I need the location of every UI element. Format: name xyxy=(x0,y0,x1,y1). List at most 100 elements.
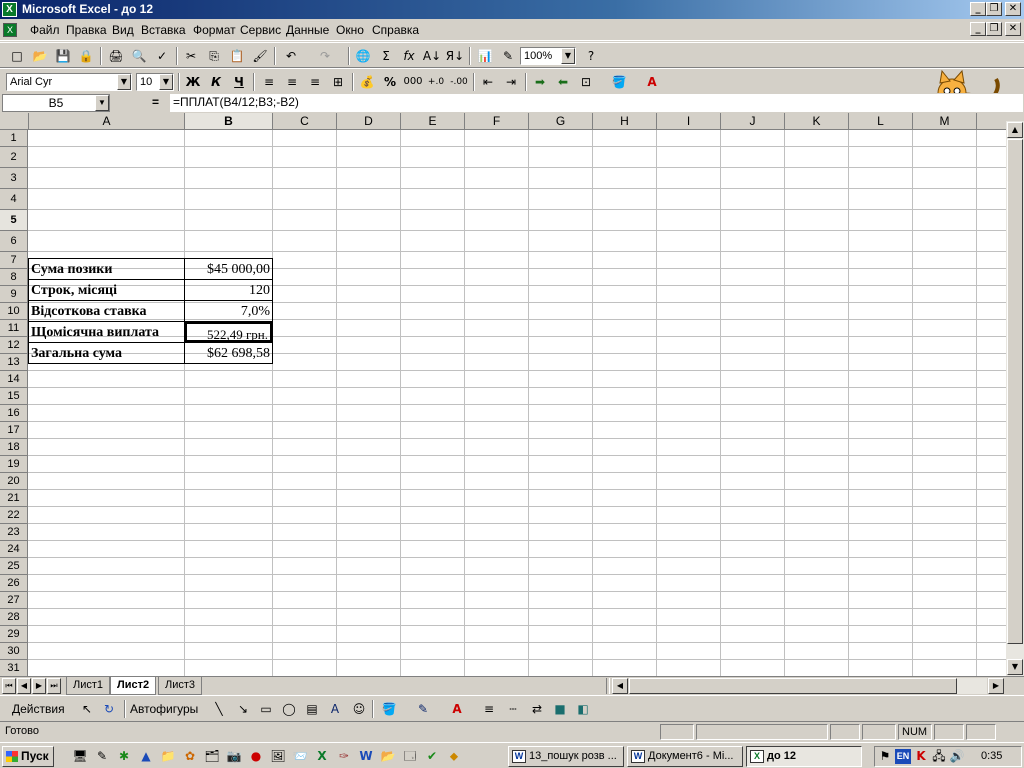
column-header[interactable]: L xyxy=(849,113,913,130)
dash-style-icon[interactable]: ┄ xyxy=(502,700,524,718)
chevron-down-icon[interactable]: ▼ xyxy=(117,74,131,90)
font-select[interactable]: Arial Cyr ▼ xyxy=(6,73,132,91)
row-header[interactable]: 11 xyxy=(0,320,28,337)
menu-format[interactable]: Формат xyxy=(193,23,236,37)
column-header[interactable]: C xyxy=(273,113,337,130)
clipart-icon[interactable]: ☺ xyxy=(348,700,370,718)
scroll-up-icon[interactable]: ▲ xyxy=(1007,122,1023,138)
scroll-thumb[interactable] xyxy=(1007,139,1023,644)
row-header[interactable]: 5 xyxy=(0,210,28,231)
quicklaunch-icon[interactable]: 📁 xyxy=(160,748,176,764)
row-header[interactable]: 9 xyxy=(0,286,28,303)
quicklaunch-icon[interactable]: ✿ xyxy=(182,748,198,764)
fill-color-icon[interactable]: 🪣 xyxy=(608,73,630,91)
column-header[interactable]: I xyxy=(657,113,721,130)
menu-data[interactable]: Данные xyxy=(286,23,329,37)
shadow-icon[interactable]: ■ xyxy=(549,700,571,718)
column-header[interactable]: K xyxy=(785,113,849,130)
quicklaunch-icon[interactable]: ✑ xyxy=(336,748,352,764)
column-header[interactable]: E xyxy=(401,113,465,130)
select-all-corner[interactable] xyxy=(0,113,29,130)
name-box[interactable]: B5 ▼ xyxy=(2,94,110,112)
doc-restore-button[interactable]: ❐ xyxy=(986,22,1002,36)
menu-file[interactable]: Файл xyxy=(30,23,60,37)
row-header[interactable]: 13 xyxy=(0,354,28,371)
undo-icon[interactable]: ↶ xyxy=(280,47,302,65)
tab-split-handle[interactable] xyxy=(606,678,610,694)
scroll-down-icon[interactable]: ▼ xyxy=(1007,659,1023,675)
align-center-icon[interactable]: ≡ xyxy=(281,73,303,91)
zoom-select[interactable]: 100% ▼ xyxy=(520,47,576,65)
line-color-icon[interactable]: ✎ xyxy=(412,700,434,718)
menu-edit[interactable]: Правка xyxy=(66,23,107,37)
row-header[interactable]: 12 xyxy=(0,337,28,354)
cell-a4[interactable]: Відсоткова ставка xyxy=(29,301,184,321)
row-header[interactable]: 20 xyxy=(0,473,28,490)
quicklaunch-icon[interactable]: ● xyxy=(248,748,264,764)
paste-icon[interactable]: 📋 xyxy=(226,47,248,65)
quicklaunch-icon[interactable]: ⬥ xyxy=(446,748,462,764)
open-icon[interactable]: 📂 xyxy=(29,47,51,65)
chevron-down-icon[interactable]: ▼ xyxy=(561,48,575,64)
quicklaunch-icon[interactable]: 📂 xyxy=(380,748,396,764)
cell-b4[interactable]: 7,0% xyxy=(185,301,272,321)
cell-a2[interactable]: Сума позики xyxy=(29,259,184,279)
row-header[interactable]: 4 xyxy=(0,189,28,210)
split-handle[interactable] xyxy=(1006,113,1024,121)
font-color-icon[interactable]: A xyxy=(641,73,663,91)
first-sheet-icon[interactable]: ⏮ xyxy=(2,678,16,694)
hyperlink-icon[interactable]: 🌐 xyxy=(352,47,374,65)
arrow-style-icon[interactable]: ⇄ xyxy=(526,700,548,718)
cell-b5-selected[interactable]: 522,49 грн. xyxy=(185,322,272,342)
row-header[interactable]: 17 xyxy=(0,422,28,439)
quicklaunch-icon[interactable]: 🖼 xyxy=(270,748,286,764)
arrow-left-icon[interactable]: ⬅ xyxy=(552,73,574,91)
row-header[interactable]: 8 xyxy=(0,269,28,286)
tab-sheet1[interactable]: Лист1 xyxy=(66,677,111,695)
row-header[interactable]: 15 xyxy=(0,388,28,405)
task-button-doc2[interactable]: W Документ6 - Mi... xyxy=(627,746,743,767)
thousands-button[interactable]: 000 xyxy=(402,73,424,91)
arrow-right-icon[interactable]: ➡ xyxy=(529,73,551,91)
format-painter-icon[interactable]: 🖌 xyxy=(249,47,271,65)
print-preview-icon[interactable]: 🔍 xyxy=(128,47,150,65)
increase-decimal-icon[interactable]: +.0 xyxy=(425,73,447,91)
row-header[interactable]: 26 xyxy=(0,575,28,592)
language-indicator[interactable]: EN xyxy=(895,749,911,764)
column-header[interactable] xyxy=(977,113,1006,130)
quicklaunch-icon[interactable]: 🗂 xyxy=(204,748,220,764)
row-header[interactable]: 31 xyxy=(0,660,28,676)
cell-a5[interactable]: Щомісячна виплата xyxy=(29,322,184,342)
quicklaunch-excel-icon[interactable]: X xyxy=(314,748,330,764)
doc-close-button[interactable]: ✕ xyxy=(1005,22,1021,36)
task-button-doc1[interactable]: W 13_пошук розв ... xyxy=(508,746,624,767)
spreadsheet-grid[interactable]: ABCDEFGHIJKLM 1 2 3 4 5 6 7 8 9 10 11 12 13 14 15 16 17 1… xyxy=(0,113,1006,676)
save-icon[interactable]: 💾 xyxy=(52,47,74,65)
chart-wizard-icon[interactable]: 📊 xyxy=(474,47,496,65)
close-button[interactable]: ✕ xyxy=(1005,2,1021,16)
merge-center-icon[interactable]: ⊞ xyxy=(327,73,349,91)
row-header[interactable]: 28 xyxy=(0,609,28,626)
font-size-select[interactable]: 10 ▼ xyxy=(136,73,174,91)
wordart-icon[interactable]: A xyxy=(324,700,346,718)
quicklaunch-icon[interactable]: 📨 xyxy=(292,748,308,764)
row-header[interactable]: 29 xyxy=(0,626,28,643)
chevron-down-icon[interactable]: ▼ xyxy=(159,74,173,90)
tab-sheet2-active[interactable]: Лист2 xyxy=(110,677,157,695)
show-desktop-icon[interactable]: 🖥 xyxy=(72,748,88,764)
help-icon[interactable]: ? xyxy=(580,47,602,65)
underline-button[interactable]: Ч xyxy=(228,73,250,91)
cell-a3[interactable]: Строк, місяці xyxy=(29,280,184,300)
cell-b3[interactable]: 120 xyxy=(185,280,272,300)
quicklaunch-icon[interactable]: 📷 xyxy=(226,748,242,764)
next-sheet-icon[interactable]: ▶ xyxy=(32,678,46,694)
menu-insert[interactable]: Вставка xyxy=(141,23,186,37)
network-icon[interactable]: 🖧 xyxy=(931,748,947,764)
borders-icon[interactable]: ⊡ xyxy=(575,73,597,91)
quicklaunch-icon[interactable]: ✔ xyxy=(424,748,440,764)
cell-b6[interactable]: $62 698,58 xyxy=(185,343,272,363)
quicklaunch-icon[interactable]: ▲ xyxy=(138,748,154,764)
menu-window[interactable]: Окно xyxy=(336,23,364,37)
quicklaunch-icon[interactable]: 🗔 xyxy=(402,748,418,764)
cell-a6[interactable]: Загальна сума xyxy=(29,343,184,363)
